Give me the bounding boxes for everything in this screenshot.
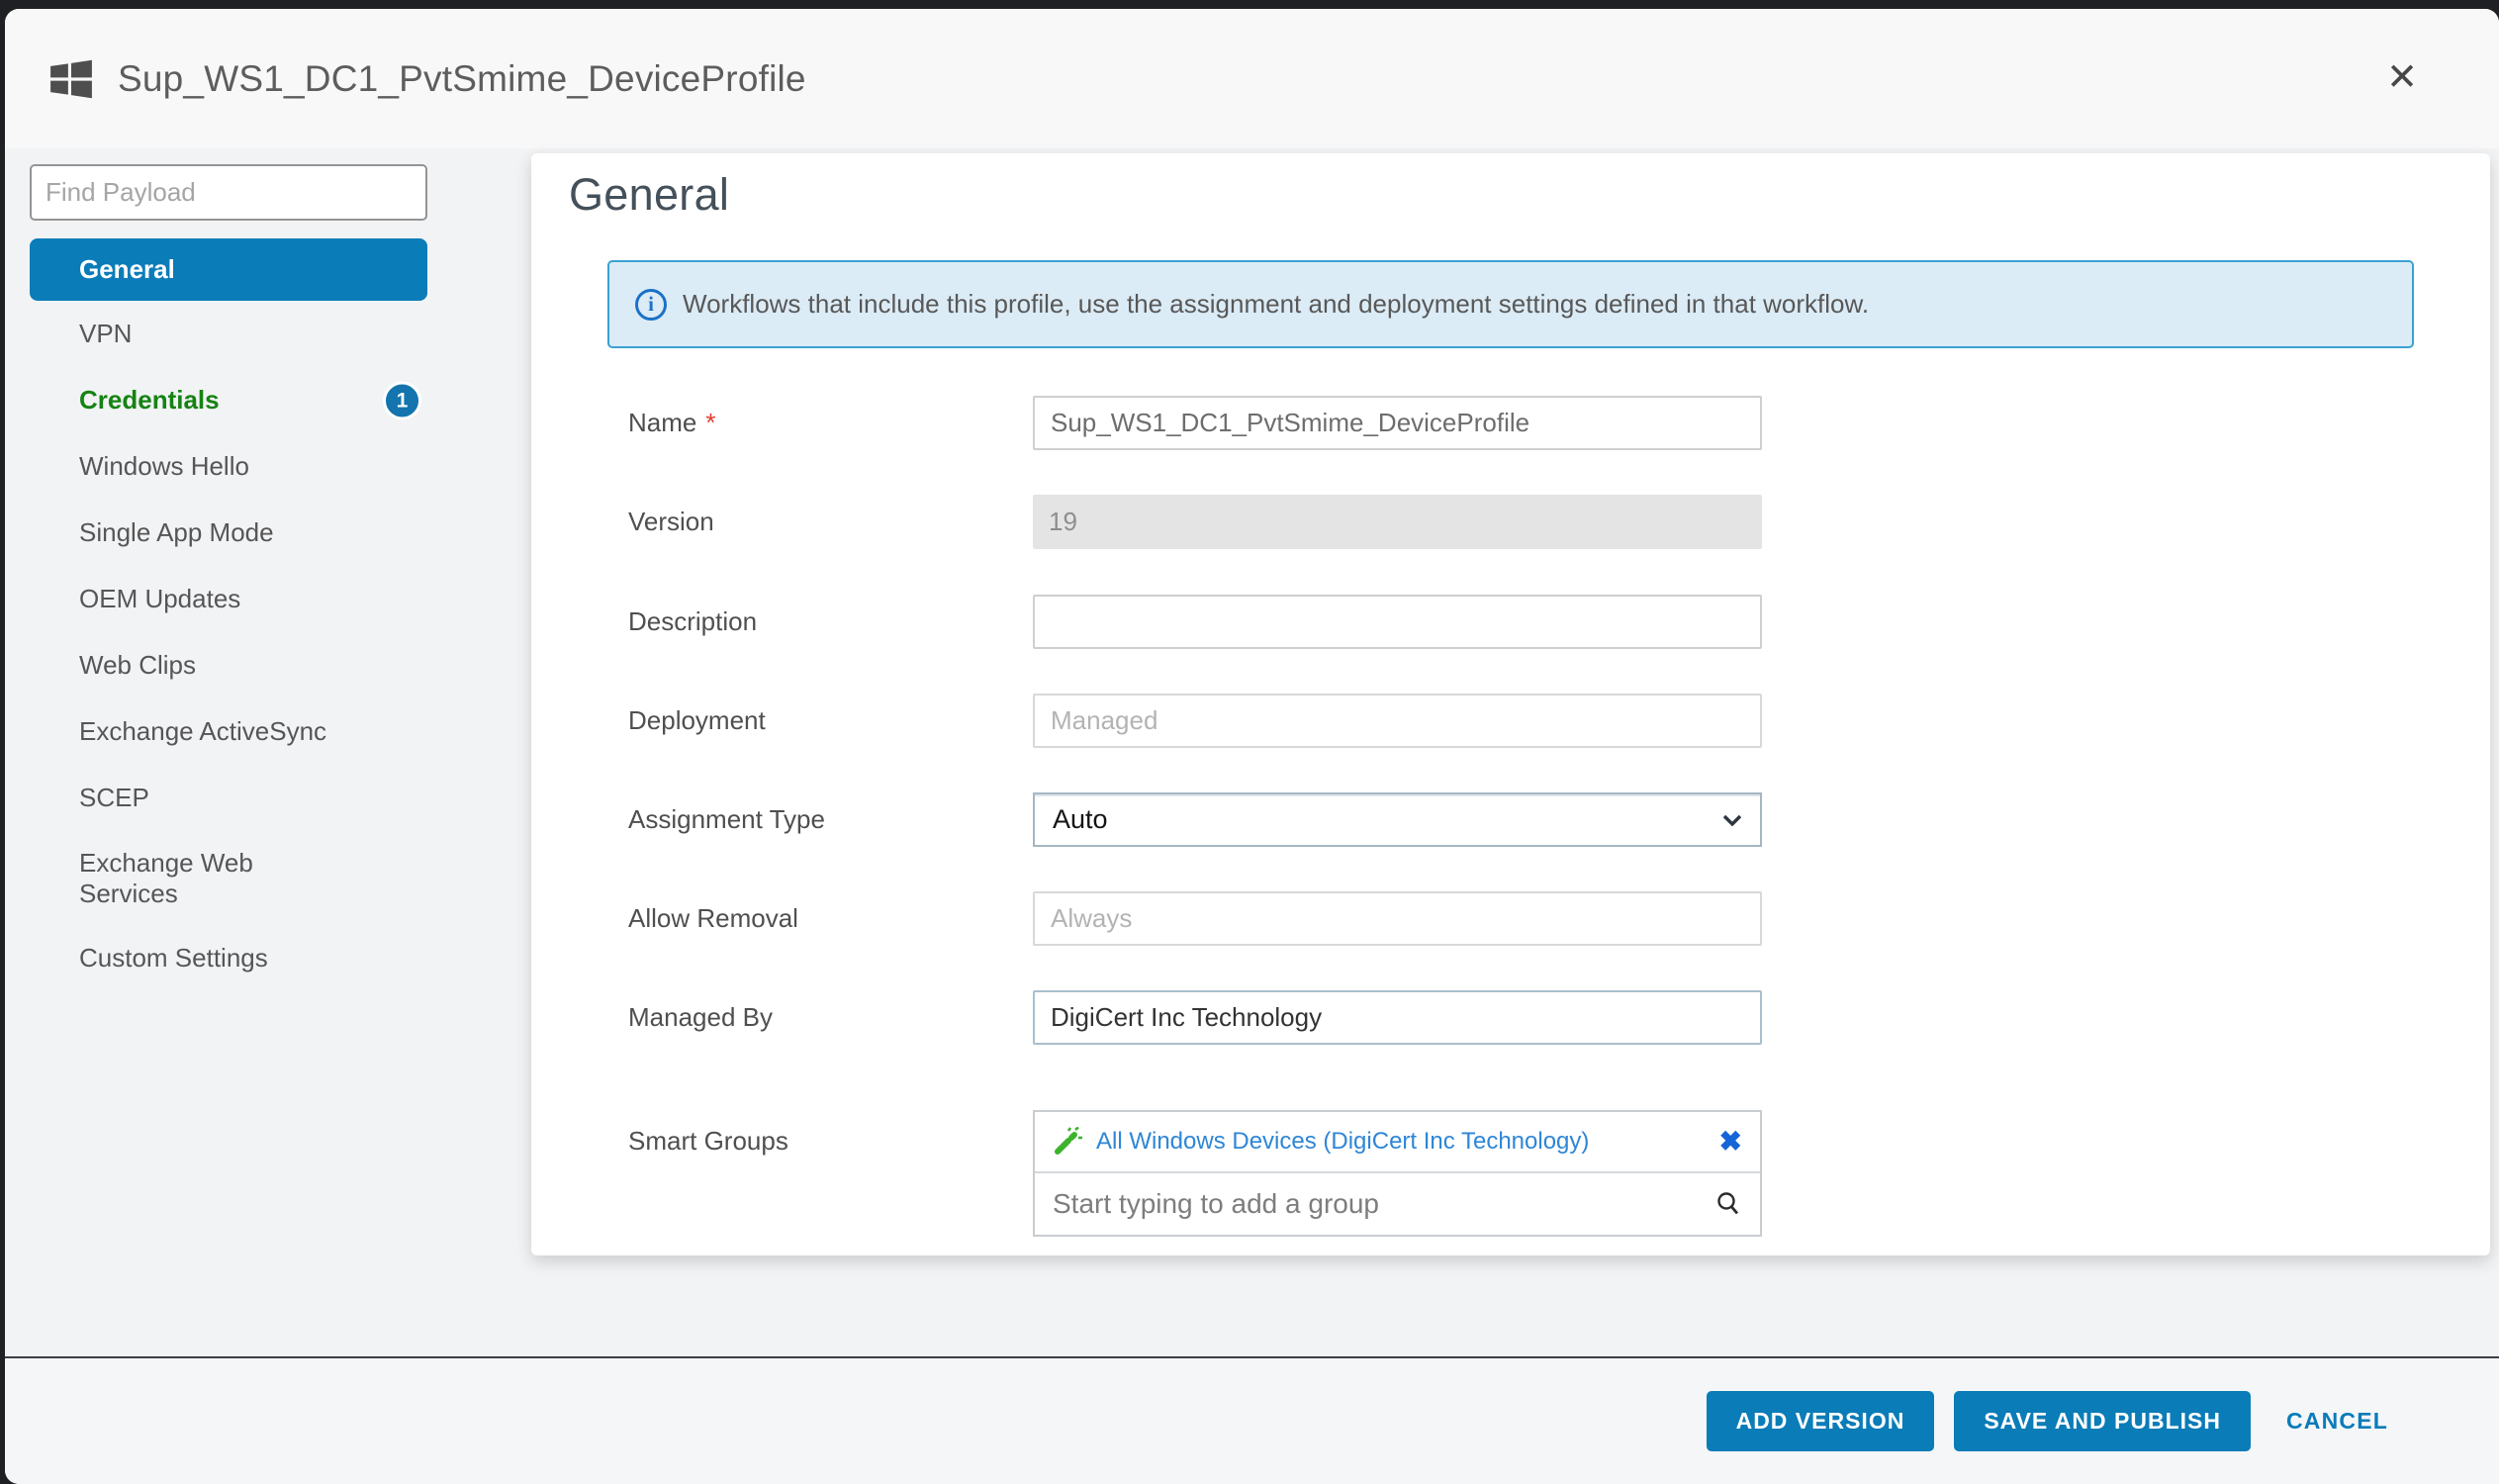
add-version-button[interactable]: ADD VERSION <box>1707 1391 1935 1451</box>
description-row: Description <box>531 595 2490 649</box>
version-label: Version <box>628 495 1014 549</box>
dialog-header: Sup_WS1_DC1_PvtSmime_DeviceProfile ✕ <box>5 9 2499 148</box>
assignment-type-value: Auto <box>1053 804 1108 835</box>
name-row: Name* <box>531 396 2490 450</box>
sidebar-item-web-clips[interactable]: Web Clips <box>30 632 427 698</box>
info-icon: i <box>635 289 667 321</box>
assignment-type-select[interactable]: Auto <box>1033 792 1762 847</box>
smart-groups-label: Smart Groups <box>628 1110 1014 1171</box>
sidebar-item-windows-hello[interactable]: Windows Hello <box>30 433 427 500</box>
sidebar-item-custom-settings[interactable]: Custom Settings <box>30 925 427 991</box>
sidebar-item-general[interactable]: General <box>30 238 427 301</box>
version-input <box>1033 495 1762 549</box>
sidebar-item-vpn[interactable]: VPN <box>30 301 427 367</box>
managed-by-input[interactable] <box>1033 990 1762 1045</box>
allow-removal-row: Allow Removal <box>531 891 2490 946</box>
required-asterisk: * <box>705 408 715 437</box>
deployment-input[interactable] <box>1033 694 1762 748</box>
find-payload-input[interactable] <box>30 164 427 221</box>
add-group-input[interactable] <box>1053 1188 1714 1220</box>
description-input[interactable] <box>1033 595 1762 649</box>
assignment-type-row: Assignment Type Auto <box>531 792 2490 847</box>
dialog-footer: ADD VERSION SAVE AND PUBLISH CANCEL <box>5 1356 2499 1484</box>
sidebar-item-single-app-mode[interactable]: Single App Mode <box>30 500 427 566</box>
managed-by-label: Managed By <box>628 990 1014 1045</box>
credentials-count-badge: 1 <box>383 381 421 419</box>
payload-list: General VPN Credentials 1 Windows Hello … <box>30 238 427 991</box>
smart-groups-row: Smart Groups All Windows Devices (DigiCe… <box>531 1110 2490 1237</box>
windows-logo-icon <box>48 56 94 102</box>
assignment-type-label: Assignment Type <box>628 792 1014 847</box>
magic-wand-icon <box>1053 1127 1082 1157</box>
smart-group-link[interactable]: All Windows Devices (DigiCert Inc Techno… <box>1096 1128 1719 1156</box>
payload-sidebar: General VPN Credentials 1 Windows Hello … <box>30 164 427 991</box>
cancel-button[interactable]: CANCEL <box>2270 1391 2404 1451</box>
save-and-publish-button[interactable]: SAVE AND PUBLISH <box>1954 1391 2251 1451</box>
sidebar-item-exchange-web-services[interactable]: Exchange Web Services <box>30 831 427 925</box>
info-banner-text: Workflows that include this profile, use… <box>683 289 1869 320</box>
info-banner: i Workflows that include this profile, u… <box>607 260 2414 348</box>
search-icon[interactable] <box>1714 1190 1742 1218</box>
deployment-label: Deployment <box>628 694 1014 748</box>
sidebar-item-oem-updates[interactable]: OEM Updates <box>30 566 427 632</box>
smart-group-chip: All Windows Devices (DigiCert Inc Techno… <box>1035 1112 1760 1173</box>
profile-dialog: Sup_WS1_DC1_PvtSmime_DeviceProfile ✕ Gen… <box>5 9 2499 1484</box>
dialog-body: General VPN Credentials 1 Windows Hello … <box>5 148 2499 1356</box>
close-icon[interactable]: ✕ <box>2386 58 2418 96</box>
dialog-title: Sup_WS1_DC1_PvtSmime_DeviceProfile <box>118 58 806 100</box>
remove-group-icon[interactable]: ✖ <box>1719 1128 1742 1156</box>
name-label: Name* <box>628 396 1014 450</box>
general-panel: General i Workflows that include this pr… <box>531 153 2490 1255</box>
version-row: Version <box>531 495 2490 549</box>
deployment-row: Deployment <box>531 694 2490 748</box>
description-label: Description <box>628 595 1014 649</box>
chevron-down-icon <box>1722 814 1742 826</box>
panel-heading: General <box>569 169 729 221</box>
smart-groups-box: All Windows Devices (DigiCert Inc Techno… <box>1033 1110 1762 1237</box>
managed-by-row: Managed By <box>531 990 2490 1045</box>
allow-removal-label: Allow Removal <box>628 891 1014 946</box>
allow-removal-input[interactable] <box>1033 891 1762 946</box>
smart-group-add-row <box>1035 1173 1760 1235</box>
name-input[interactable] <box>1033 396 1762 450</box>
sidebar-item-exchange-activesync[interactable]: Exchange ActiveSync <box>30 698 427 765</box>
sidebar-item-scep[interactable]: SCEP <box>30 765 427 831</box>
sidebar-item-credentials[interactable]: Credentials 1 <box>30 367 427 433</box>
